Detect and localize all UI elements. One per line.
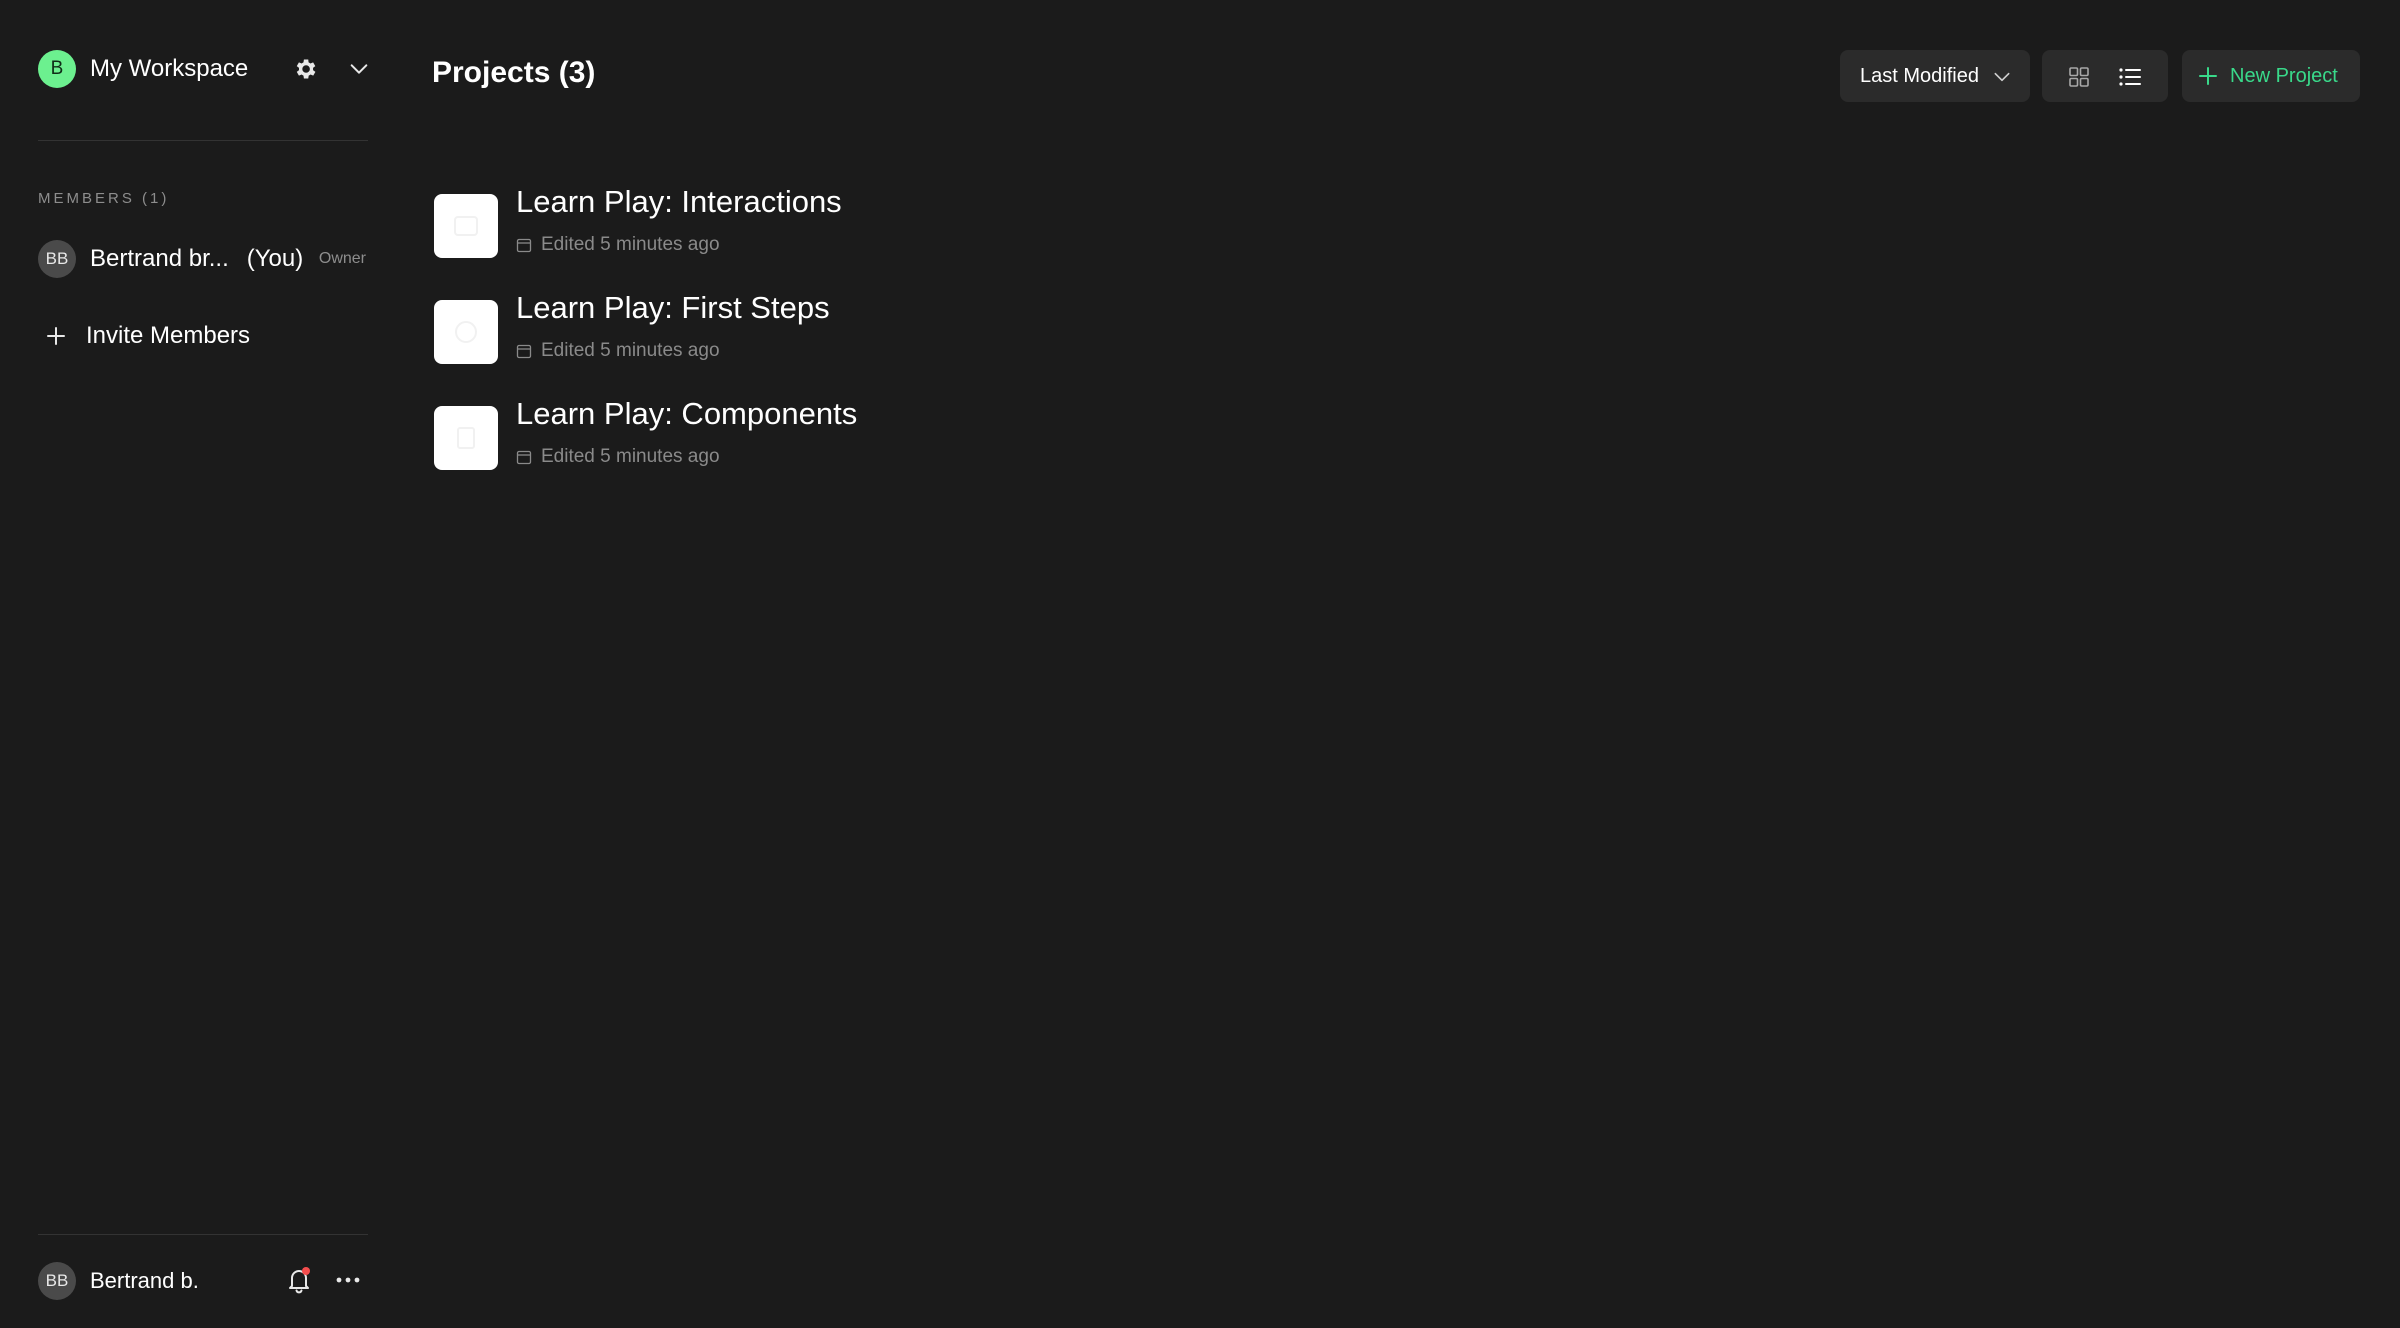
project-item[interactable]: Learn Play: Components Edited 5 minutes … <box>432 396 1132 470</box>
project-thumbnail <box>434 300 498 364</box>
grid-view-icon[interactable] <box>2068 66 2090 88</box>
new-project-label: New Project <box>2230 64 2338 87</box>
project-thumbnail-icon <box>457 427 475 449</box>
project-thumbnail <box>434 194 498 258</box>
invite-members-button[interactable]: Invite Members <box>44 318 250 354</box>
new-project-button[interactable]: New Project <box>2182 50 2360 102</box>
project-item[interactable]: Learn Play: Interactions Edited 5 minute… <box>432 184 1132 258</box>
workspace-switcher[interactable]: B My Workspace <box>38 50 368 88</box>
project-thumbnail-icon <box>454 216 478 236</box>
project-thumbnail-icon <box>455 321 477 343</box>
calendar-icon <box>516 238 532 253</box>
plus-icon <box>2199 67 2217 85</box>
project-title: Learn Play: Components <box>516 396 858 431</box>
calendar-icon <box>516 344 532 359</box>
invite-members-label: Invite Members <box>86 322 251 349</box>
project-meta: Edited 5 minutes ago <box>516 234 720 256</box>
page-title: Projects (3) <box>432 56 596 89</box>
sort-dropdown[interactable]: Last Modified <box>1840 50 2030 102</box>
view-toggle <box>2042 50 2168 102</box>
footer-divider <box>38 1234 368 1235</box>
member-role: Owner <box>318 250 366 267</box>
member-avatar: BB <box>38 240 76 278</box>
project-title: Learn Play: First Steps <box>516 290 830 325</box>
project-edited: Edited 5 minutes ago <box>541 446 720 467</box>
workspace-avatar: B <box>38 50 76 88</box>
project-edited: Edited 5 minutes ago <box>541 340 720 361</box>
project-item[interactable]: Learn Play: First Steps Edited 5 minutes… <box>432 290 1132 364</box>
project-title: Learn Play: Interactions <box>516 184 842 219</box>
notification-dot <box>302 1267 310 1275</box>
current-user[interactable]: BB Bertrand b. <box>38 1262 199 1300</box>
user-name: Bertrand b. <box>90 1268 199 1293</box>
project-edited: Edited 5 minutes ago <box>541 234 720 255</box>
project-meta: Edited 5 minutes ago <box>516 446 720 468</box>
chevron-down-icon <box>1994 72 2010 82</box>
plus-icon <box>47 327 65 345</box>
user-avatar: BB <box>38 1262 76 1300</box>
gear-icon[interactable] <box>292 56 318 82</box>
sidebar: B My Workspace MEMBERS (1) BB Bertrand b… <box>0 0 404 1328</box>
chevron-down-icon[interactable] <box>348 58 370 80</box>
list-view-icon[interactable] <box>2118 66 2142 88</box>
sort-label: Last Modified <box>1860 64 1979 87</box>
project-meta: Edited 5 minutes ago <box>516 340 720 362</box>
project-thumbnail <box>434 406 498 470</box>
member-row[interactable]: BB Bertrand br... (You) Owner <box>38 240 368 278</box>
workspace-name: My Workspace <box>90 55 249 82</box>
member-name: Bertrand br... <box>90 245 229 272</box>
sidebar-divider <box>38 140 368 141</box>
more-icon[interactable] <box>334 1268 362 1292</box>
app: B My Workspace MEMBERS (1) BB Bertrand b… <box>0 0 2400 1328</box>
calendar-icon <box>516 450 532 465</box>
members-heading: MEMBERS (1) <box>38 190 170 207</box>
bell-icon[interactable] <box>286 1266 312 1294</box>
member-you-label: (You) <box>246 245 304 272</box>
